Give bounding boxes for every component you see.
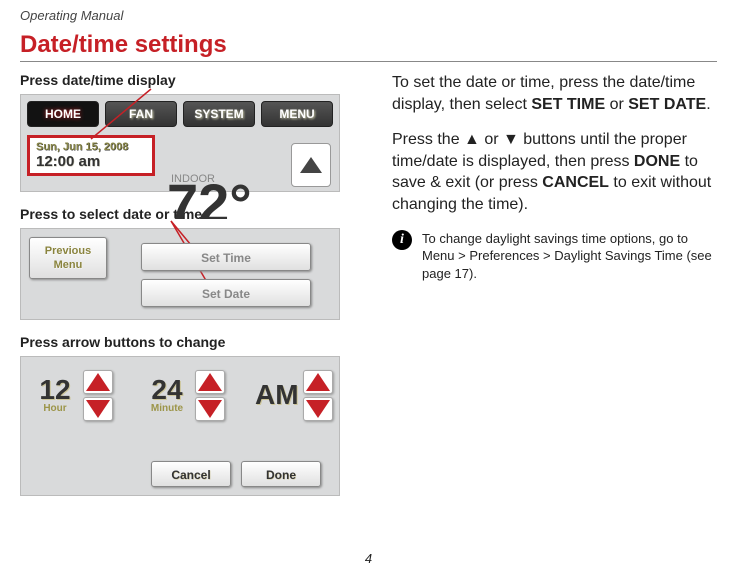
minute-down-button[interactable] <box>195 397 225 421</box>
tab-system[interactable]: SYSTEM <box>183 101 255 127</box>
caption-3: Press arrow buttons to change <box>20 334 360 350</box>
time-text: 12:00 am <box>36 153 146 170</box>
minute-spinner: 24 Minute <box>143 367 243 423</box>
ampm-spinner: AM <box>255 367 331 423</box>
label-set-date: SET DATE <box>628 96 706 113</box>
hour-spinner: 12 Hour <box>31 367 131 423</box>
chevron-up-icon <box>300 157 322 173</box>
caption-1: Press date/time display <box>20 72 360 88</box>
minute-label: Minute <box>143 403 191 414</box>
instruction-p2: Press the ▲ or ▼ buttons until the prope… <box>392 129 712 215</box>
hour-down-button[interactable] <box>83 397 113 421</box>
triangle-down-icon <box>86 400 110 418</box>
text: or <box>605 96 628 113</box>
done-button[interactable]: Done <box>241 461 321 487</box>
triangle-down-icon <box>198 400 222 418</box>
page-number: 4 <box>365 551 372 566</box>
info-icon: i <box>392 230 412 250</box>
tab-home[interactable]: HOME <box>27 101 99 127</box>
tab-menu[interactable]: MENU <box>261 101 333 127</box>
right-column: To set the date or time, press the date/… <box>392 72 712 510</box>
label-set-time: SET TIME <box>531 96 605 113</box>
tip-text: To change daylight savings time options,… <box>422 230 712 283</box>
temperature-value: 72° <box>167 171 252 219</box>
minute-value: 24 <box>143 377 191 403</box>
ampm-down-button[interactable] <box>303 397 333 421</box>
screenshot-home: HOME FAN SYSTEM MENU Sun, Jun 15, 2008 1… <box>20 94 340 192</box>
temp-up-button[interactable] <box>291 143 331 187</box>
datetime-display[interactable]: Sun, Jun 15, 2008 12:00 am <box>27 135 155 176</box>
triangle-down-icon <box>306 400 330 418</box>
screenshot-adjust: 12 Hour 24 Minute <box>20 356 340 496</box>
text: . <box>706 96 710 113</box>
tab-fan[interactable]: FAN <box>105 101 177 127</box>
triangle-up-icon <box>86 373 110 391</box>
page-title: Date/time settings <box>20 31 717 62</box>
cancel-button[interactable]: Cancel <box>151 461 231 487</box>
left-column: Press date/time display HOME FAN SYSTEM … <box>20 72 360 510</box>
date-text: Sun, Jun 15, 2008 <box>36 141 146 153</box>
previous-menu-button[interactable]: Previous Menu <box>29 237 107 279</box>
triangle-up-icon <box>198 373 222 391</box>
ampm-value: AM <box>255 382 299 408</box>
tip-block: i To change daylight savings time option… <box>392 230 712 283</box>
manual-header: Operating Manual <box>20 8 717 23</box>
label-cancel: CANCEL <box>542 174 609 191</box>
hour-up-button[interactable] <box>83 370 113 394</box>
ampm-up-button[interactable] <box>303 370 333 394</box>
hour-label: Hour <box>31 403 79 414</box>
set-time-button[interactable]: Set Time <box>141 243 311 271</box>
label-done: DONE <box>634 153 680 170</box>
minute-up-button[interactable] <box>195 370 225 394</box>
screenshot-select: Previous Menu Set Time Set Date <box>20 228 340 320</box>
instruction-p1: To set the date or time, press the date/… <box>392 72 712 115</box>
hour-value: 12 <box>31 377 79 403</box>
triangle-up-icon <box>306 373 330 391</box>
set-date-button[interactable]: Set Date <box>141 279 311 307</box>
